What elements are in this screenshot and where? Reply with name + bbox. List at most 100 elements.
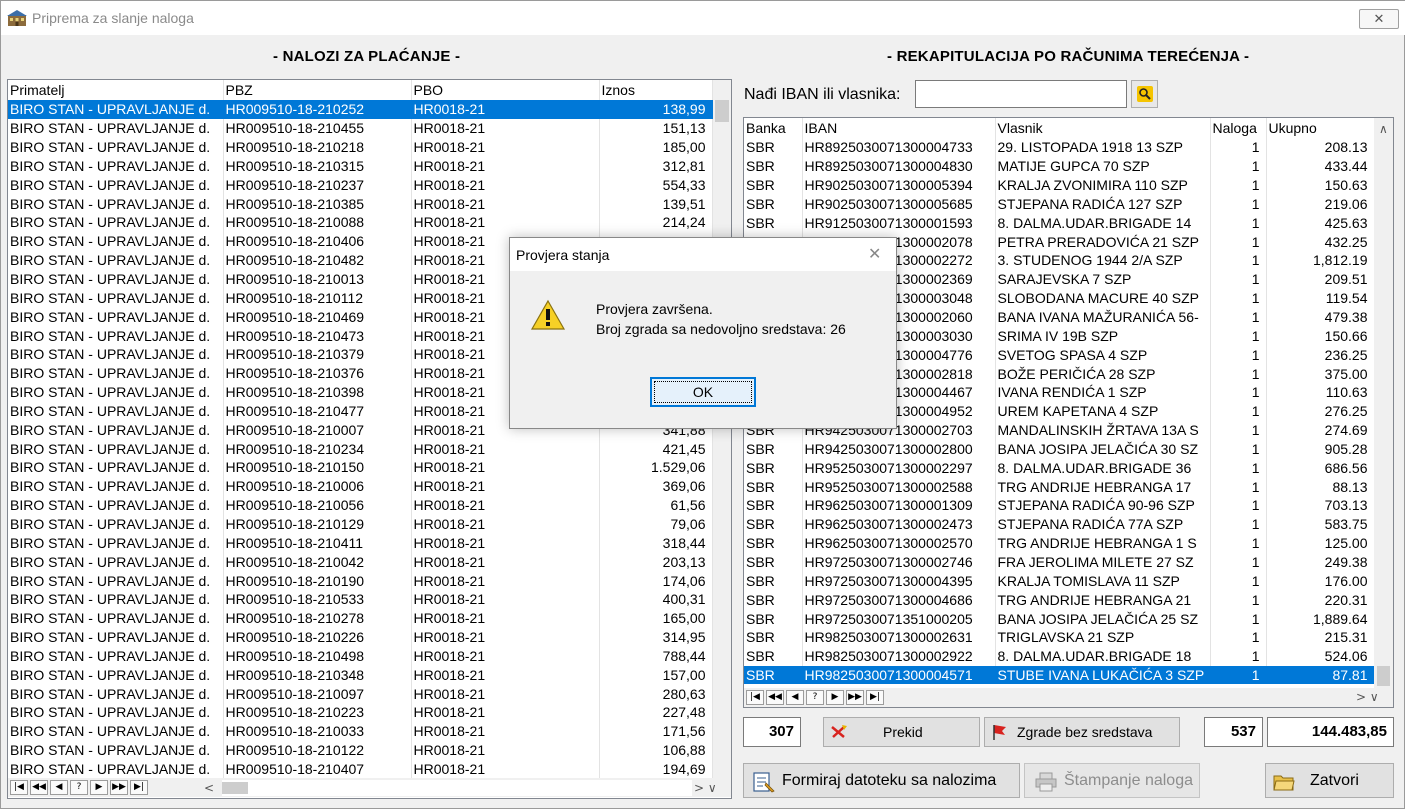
table-row[interactable]: BIRO STAN - UPRAVLJANJE d. HR009510-18-21… [8, 665, 713, 685]
column-header-1[interactable]: PBZ [223, 80, 412, 100]
nav-button-3[interactable]: ? [70, 780, 88, 795]
table-cell: HR0018-21 [411, 213, 600, 232]
stampanje-naloga-button[interactable]: Štampanje naloga [1024, 763, 1200, 798]
table-row[interactable]: SBR HR9025030071300005394 KRALJA ZVONIMIRA… [744, 175, 1375, 195]
column-header-0[interactable]: Banka [744, 118, 803, 138]
table-row[interactable]: BIRO STAN - UPRAVLJANJE d. HR009510-18-21… [8, 552, 713, 572]
table-cell: 1 [1210, 439, 1267, 459]
table-cell: SBR [744, 514, 803, 534]
zgrade-bez-sredstava-label: Zgrade bez sredstava [1017, 724, 1153, 740]
table-row[interactable]: BIRO STAN - UPRAVLJANJE d. HR009510-18-21… [8, 627, 713, 647]
column-header-0[interactable]: Primatelj [8, 80, 224, 100]
table-row[interactable]: SBR HR9725030071300004395 KRALJA TOMISLAVA… [744, 571, 1375, 591]
search-input[interactable] [915, 80, 1127, 108]
zgrade-bez-sredstava-button[interactable]: Zgrade bez sredstava [984, 717, 1180, 747]
table-row[interactable]: BIRO STAN - UPRAVLJANJE d. HR009510-18-21… [8, 721, 713, 741]
column-header-2[interactable]: Vlasnik [995, 118, 1211, 138]
dialog-close-icon[interactable]: ✕ [868, 244, 881, 263]
table-row[interactable]: BIRO STAN - UPRAVLJANJE d. HR009510-18-21… [8, 684, 713, 703]
nav-button-0[interactable]: |◀ [746, 690, 764, 705]
horizontal-scroll-track[interactable] [222, 780, 692, 796]
hscroll-left-arrow[interactable]: < [204, 781, 214, 795]
window-close-button[interactable]: ✕ [1359, 9, 1399, 29]
table-row[interactable]: SBR HR9825030071300002631 TRIGLAVSKA 21 SZ… [744, 627, 1375, 647]
table-cell: 312,81 [599, 156, 713, 176]
vertical-scrollbar[interactable]: ∧ [1374, 118, 1393, 688]
table-row[interactable]: SBR HR9825030071300002922 8. DALMA.UDAR.BR… [744, 646, 1375, 666]
nav-button-6[interactable]: ▶| [130, 780, 148, 795]
nav-button-2[interactable]: ◀ [50, 780, 68, 795]
table-row[interactable]: BIRO STAN - UPRAVLJANJE d. HR009510-18-21… [8, 137, 713, 157]
table-row[interactable]: SBR HR9825030071300004571 STUBE IVANA LUKA… [744, 665, 1375, 685]
nav-button-1[interactable]: ◀◀ [30, 780, 48, 795]
prekid-button[interactable]: Prekid [823, 717, 980, 747]
scroll-up-arrow[interactable]: ∧ [1379, 122, 1388, 136]
zatvori-button[interactable]: Zatvori [1265, 763, 1394, 798]
table-cell: 3. STUDENOG 1944 2/A SZP [995, 251, 1211, 270]
table-row[interactable]: BIRO STAN - UPRAVLJANJE d. HR009510-18-21… [8, 646, 713, 666]
table-cell: HR0018-21 [411, 721, 600, 741]
table-row[interactable]: SBR HR9625030071300001309 STJEPANA RADIĆA … [744, 496, 1375, 515]
nav-button-2[interactable]: ◀ [786, 690, 804, 705]
table-row[interactable]: SBR HR8925030071300004733 29. LISTOPADA 19… [744, 138, 1375, 157]
formiraj-datoteku-button[interactable]: Formiraj datoteku sa nalozima [743, 763, 1020, 798]
nav-button-4[interactable]: ▶ [826, 690, 844, 705]
ok-button[interactable]: OK [650, 377, 756, 407]
table-row[interactable]: SBR HR9425030071300002800 BANA JOSIPA JELA… [744, 439, 1375, 459]
nav-button-4[interactable]: ▶ [90, 780, 108, 795]
nav-button-3[interactable]: ? [806, 690, 824, 705]
table-row[interactable]: BIRO STAN - UPRAVLJANJE d. HR009510-18-21… [8, 118, 713, 138]
table-row[interactable]: BIRO STAN - UPRAVLJANJE d. HR009510-18-21… [8, 589, 713, 609]
nav-button-1[interactable]: ◀◀ [766, 690, 784, 705]
table-row[interactable]: BIRO STAN - UPRAVLJANJE d. HR009510-18-21… [8, 533, 713, 553]
scroll-thumb[interactable] [1377, 666, 1390, 686]
column-header-3[interactable]: Iznos [599, 80, 713, 100]
table-cell: HR009510-18-210533 [223, 589, 412, 609]
column-header-4[interactable]: Ukupno [1266, 118, 1375, 138]
table-row[interactable]: BIRO STAN - UPRAVLJANJE d. HR009510-18-21… [8, 759, 713, 779]
table-row[interactable]: BIRO STAN - UPRAVLJANJE d. HR009510-18-21… [8, 100, 713, 119]
table-row[interactable]: BIRO STAN - UPRAVLJANJE d. HR009510-18-21… [8, 608, 713, 628]
nav-button-5[interactable]: ▶▶ [110, 780, 128, 795]
table-row[interactable]: BIRO STAN - UPRAVLJANJE d. HR009510-18-21… [8, 514, 713, 534]
search-button[interactable] [1131, 80, 1158, 108]
payment-orders-grid[interactable]: Primatelj PBZ PBO Iznos BIRO STAN - UPRAVLJ… [7, 79, 732, 799]
table-row[interactable]: BIRO STAN - UPRAVLJANJE d. HR009510-18-21… [8, 458, 713, 477]
hscroll-right-arrow[interactable]: > ∨ [694, 781, 717, 795]
table-cell: BIRO STAN - UPRAVLJANJE d. [8, 156, 224, 176]
table-row[interactable]: SBR HR9625030071300002570 TRG ANDRIJE HEBR… [744, 533, 1375, 553]
nav-button-6[interactable]: ▶| [866, 690, 884, 705]
table-cell: HR9625030071300002473 [802, 514, 996, 534]
table-row[interactable]: SBR HR9525030071300002588 TRG ANDRIJE HEBR… [744, 477, 1375, 497]
table-row[interactable]: SBR HR9725030071300004686 TRG ANDRIJE HEBR… [744, 590, 1375, 610]
dialog-message: Provjera završena. Broj zgrada sa nedovo… [596, 299, 846, 339]
table-row[interactable]: BIRO STAN - UPRAVLJANJE d. HR009510-18-21… [8, 213, 713, 232]
table-row[interactable]: SBR HR9725030071351000205 BANA JOSIPA JELA… [744, 609, 1375, 628]
table-row[interactable]: BIRO STAN - UPRAVLJANJE d. HR009510-18-21… [8, 194, 713, 214]
column-header-2[interactable]: PBO [411, 80, 600, 100]
hscroll-right-arrow[interactable]: > ∨ [1356, 690, 1379, 704]
column-header-3[interactable]: Naloga [1210, 118, 1267, 138]
table-row[interactable]: SBR HR9525030071300002297 8. DALMA.UDAR.BR… [744, 458, 1375, 478]
table-row[interactable]: SBR HR9125030071300001593 8. DALMA.UDAR.BR… [744, 213, 1375, 233]
table-row[interactable]: SBR HR9025030071300005685 STJEPANA RADIĆA … [744, 194, 1375, 214]
table-row[interactable]: BIRO STAN - UPRAVLJANJE d. HR009510-18-21… [8, 175, 713, 195]
table-row[interactable]: BIRO STAN - UPRAVLJANJE d. HR009510-18-21… [8, 740, 713, 760]
table-cell: BIRO STAN - UPRAVLJANJE d. [8, 401, 224, 421]
table-row[interactable]: SBR HR9725030071300002746 FRA JEROLIMA MIL… [744, 552, 1375, 572]
table-row[interactable]: SBR HR8925030071300004830 MATIJE GUPCA 70 … [744, 156, 1375, 176]
table-row[interactable]: BIRO STAN - UPRAVLJANJE d. HR009510-18-21… [8, 439, 713, 459]
table-cell: HR9825030071300002631 [802, 627, 996, 647]
table-row[interactable]: BIRO STAN - UPRAVLJANJE d. HR009510-18-21… [8, 571, 713, 590]
vertical-scrollbar[interactable] [713, 80, 731, 780]
table-row[interactable]: SBR HR9625030071300002473 STJEPANA RADIĆA … [744, 514, 1375, 534]
table-row[interactable]: BIRO STAN - UPRAVLJANJE d. HR009510-18-21… [8, 495, 713, 515]
scroll-thumb[interactable] [715, 100, 729, 122]
column-header-1[interactable]: IBAN [802, 118, 996, 138]
table-row[interactable]: BIRO STAN - UPRAVLJANJE d. HR009510-18-21… [8, 156, 713, 176]
nav-button-5[interactable]: ▶▶ [846, 690, 864, 705]
table-row[interactable]: BIRO STAN - UPRAVLJANJE d. HR009510-18-21… [8, 476, 713, 496]
nav-button-0[interactable]: |◀ [10, 780, 28, 795]
table-row[interactable]: BIRO STAN - UPRAVLJANJE d. HR009510-18-21… [8, 703, 713, 722]
hscroll-thumb[interactable] [222, 782, 248, 794]
